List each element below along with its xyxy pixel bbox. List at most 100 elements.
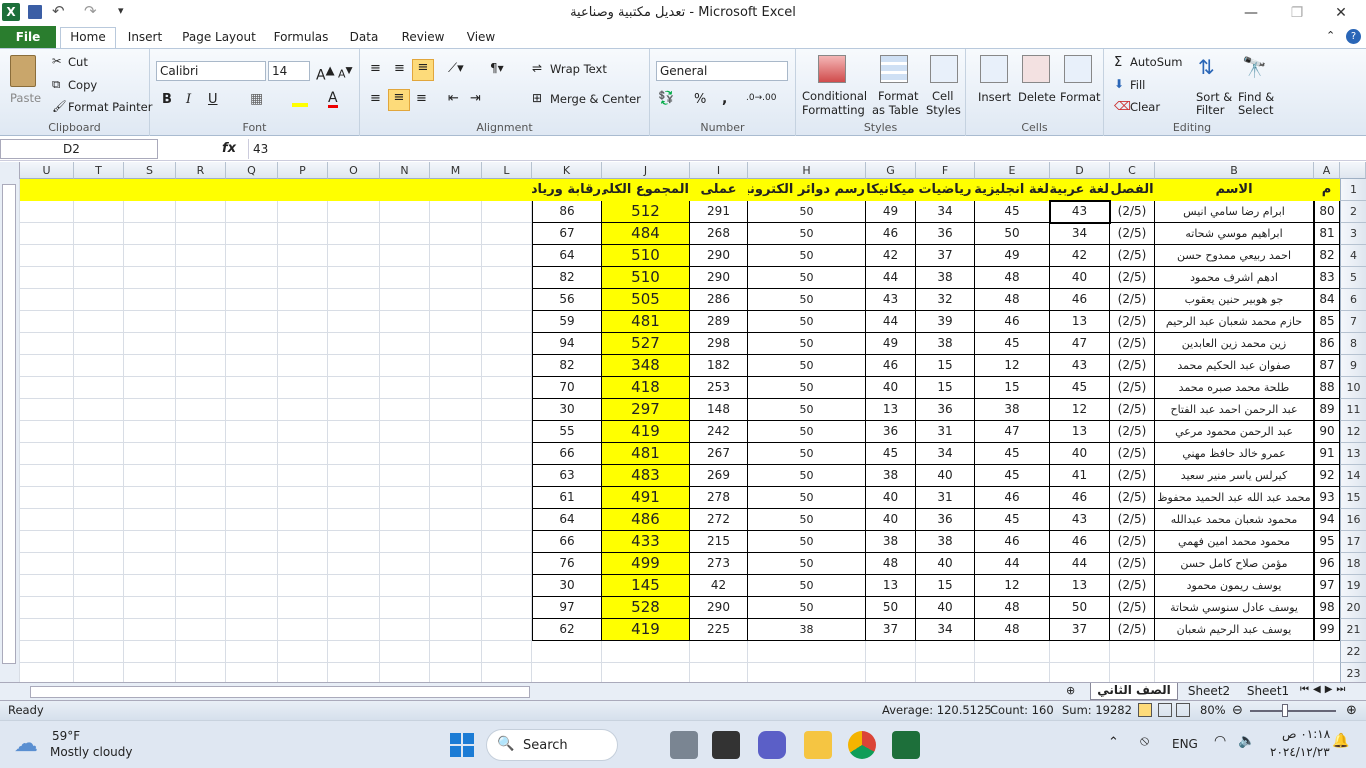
- sort-filter-button[interactable]: Sort &: [1196, 90, 1232, 104]
- table-cell[interactable]: 40: [866, 487, 916, 509]
- row-header[interactable]: 9: [1340, 355, 1366, 377]
- table-header-cell[interactable]: المجموع الكلى: [602, 179, 690, 201]
- table-cell[interactable]: 13: [866, 399, 916, 421]
- table-cell[interactable]: 30: [532, 575, 602, 597]
- file-explorer-icon[interactable]: [804, 731, 832, 759]
- column-header-r[interactable]: R: [176, 162, 226, 179]
- conditional-formatting-icon[interactable]: [818, 55, 846, 83]
- table-cell[interactable]: 12: [1050, 399, 1110, 421]
- table-cell[interactable]: 97: [1314, 575, 1340, 597]
- tab-formulas[interactable]: Formulas: [270, 28, 332, 48]
- table-cell[interactable]: 93: [1314, 487, 1340, 509]
- table-cell[interactable]: 70: [532, 377, 602, 399]
- table-cell[interactable]: 13: [1050, 311, 1110, 333]
- copy-icon[interactable]: ⧉: [52, 77, 60, 92]
- table-cell[interactable]: 290: [690, 597, 748, 619]
- clear-button[interactable]: Clear: [1130, 100, 1160, 114]
- sheet-nav-icon[interactable]: ⏮◀▶⏭: [1300, 684, 1349, 695]
- table-cell[interactable]: 50: [748, 443, 866, 465]
- autosum-icon[interactable]: Σ: [1114, 55, 1122, 70]
- table-header-cell[interactable]: الفصل: [1110, 179, 1155, 201]
- help-icon[interactable]: ?: [1346, 29, 1361, 44]
- table-cell[interactable]: 82: [1314, 245, 1340, 267]
- clock-date[interactable]: ٢٠٢٤/١٢/٢٣: [1270, 745, 1330, 759]
- table-cell[interactable]: 38: [916, 267, 975, 289]
- table-cell[interactable]: 94: [1314, 509, 1340, 531]
- table-cell[interactable]: 66: [532, 531, 602, 553]
- font-color-icon[interactable]: A: [328, 91, 338, 108]
- table-cell[interactable]: 348: [602, 355, 690, 377]
- media-app-icon[interactable]: [712, 731, 740, 759]
- table-cell[interactable]: 481: [602, 443, 690, 465]
- table-cell[interactable]: 40: [916, 597, 975, 619]
- table-cell[interactable]: 50: [748, 553, 866, 575]
- table-cell[interactable]: 12: [975, 355, 1050, 377]
- row-header[interactable]: 1: [1340, 179, 1366, 201]
- increase-decimal-icon[interactable]: .0→.00: [746, 93, 776, 103]
- table-cell[interactable]: 82: [532, 267, 602, 289]
- table-cell[interactable]: 50: [748, 333, 866, 355]
- table-cell[interactable]: 45: [866, 443, 916, 465]
- table-cell[interactable]: (2/5): [1110, 399, 1155, 421]
- row-header[interactable]: 19: [1340, 575, 1366, 597]
- column-header-p[interactable]: P: [278, 162, 328, 179]
- column-header-e[interactable]: E: [975, 162, 1050, 179]
- table-cell[interactable]: 89: [1314, 399, 1340, 421]
- table-cell[interactable]: 38: [975, 399, 1050, 421]
- cut-icon[interactable]: ✂: [52, 54, 62, 68]
- text-direction-icon[interactable]: ¶▾: [490, 61, 504, 75]
- table-cell[interactable]: 40: [866, 509, 916, 531]
- format-painter-icon[interactable]: 🖌: [52, 99, 67, 113]
- table-cell[interactable]: (2/5): [1110, 333, 1155, 355]
- table-cell[interactable]: 269: [690, 465, 748, 487]
- table-cell[interactable]: يوسف ريمون محمود: [1155, 575, 1314, 597]
- table-cell[interactable]: 50: [975, 223, 1050, 245]
- table-cell[interactable]: 267: [690, 443, 748, 465]
- table-cell[interactable]: 67: [532, 223, 602, 245]
- table-cell[interactable]: (2/5): [1110, 245, 1155, 267]
- row-header[interactable]: 4: [1340, 245, 1366, 267]
- table-header-cell[interactable]: عملى: [690, 179, 748, 201]
- table-cell[interactable]: 37: [916, 245, 975, 267]
- row-header[interactable]: 15: [1340, 487, 1366, 509]
- clock-time[interactable]: ٠١:١٨ ص: [1282, 727, 1330, 741]
- table-cell[interactable]: 80: [1314, 201, 1340, 223]
- table-cell[interactable]: 43: [1050, 201, 1110, 223]
- table-cell[interactable]: 49: [975, 245, 1050, 267]
- table-cell[interactable]: 99: [1314, 619, 1340, 641]
- table-cell[interactable]: محمود محمد امين فهمي: [1155, 531, 1314, 553]
- horizontal-scrollbar[interactable]: [30, 686, 530, 698]
- find-select-icon[interactable]: 🔭: [1242, 55, 1267, 79]
- table-cell[interactable]: 42: [866, 245, 916, 267]
- table-cell[interactable]: 40: [916, 465, 975, 487]
- formula-input[interactable]: 43: [248, 139, 1346, 159]
- table-cell[interactable]: 50: [748, 267, 866, 289]
- table-cell[interactable]: 290: [690, 267, 748, 289]
- table-cell[interactable]: 505: [602, 289, 690, 311]
- start-icon[interactable]: [450, 733, 474, 757]
- format-cells-button[interactable]: Format: [1060, 90, 1101, 104]
- table-cell[interactable]: 273: [690, 553, 748, 575]
- table-cell[interactable]: عبد الرحمن محمود مرعي: [1155, 421, 1314, 443]
- table-cell[interactable]: 15: [916, 377, 975, 399]
- tab-file[interactable]: File: [0, 26, 56, 48]
- table-cell[interactable]: 45: [975, 443, 1050, 465]
- table-cell[interactable]: 419: [602, 619, 690, 641]
- table-header-cell[interactable]: م: [1314, 179, 1340, 201]
- align-bottom-icon[interactable]: ≡: [412, 59, 434, 81]
- row-header[interactable]: 5: [1340, 267, 1366, 289]
- table-cell[interactable]: 50: [748, 245, 866, 267]
- table-cell[interactable]: 512: [602, 201, 690, 223]
- table-cell[interactable]: محمود شعبان محمد عبدالله: [1155, 509, 1314, 531]
- table-cell[interactable]: 50: [748, 311, 866, 333]
- tab-home[interactable]: Home: [60, 27, 116, 49]
- column-header-h[interactable]: H: [748, 162, 866, 179]
- tab-page-layout[interactable]: Page Layout: [180, 28, 258, 48]
- table-cell[interactable]: 42: [1050, 245, 1110, 267]
- align-right-icon[interactable]: ≡: [416, 91, 427, 106]
- conditional-formatting-sub[interactable]: Formatting: [802, 103, 865, 117]
- column-header-c[interactable]: C: [1110, 162, 1155, 179]
- table-cell[interactable]: 37: [1050, 619, 1110, 641]
- table-cell[interactable]: 486: [602, 509, 690, 531]
- paste-button[interactable]: Paste: [10, 91, 41, 105]
